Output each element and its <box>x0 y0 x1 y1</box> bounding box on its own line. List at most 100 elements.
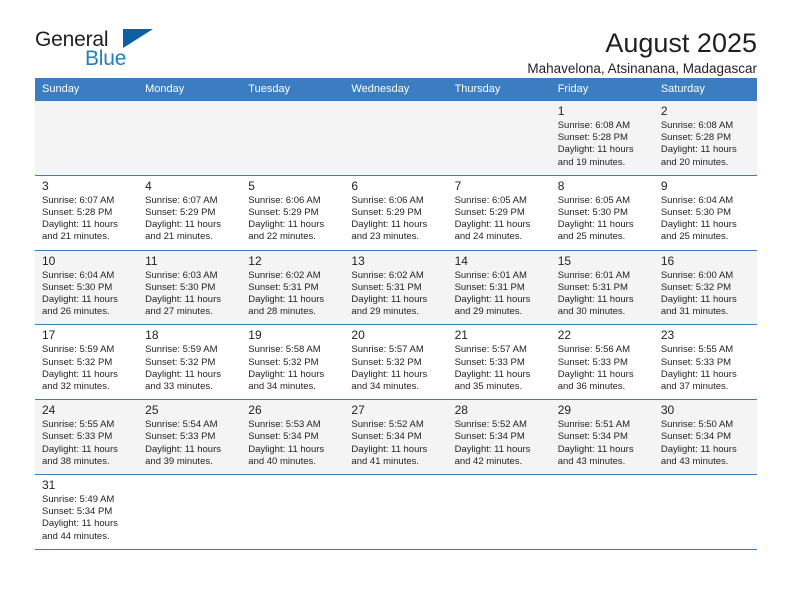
day-number: 10 <box>42 253 56 268</box>
calendar-day-cell[interactable]: 29 Sunrise: 5:51 AM Sunset: 5:34 PM Dayli… <box>550 399 654 475</box>
calendar-day-cell-empty <box>344 474 448 550</box>
day-number: 15 <box>557 253 572 268</box>
day-sun-info: Sunrise: 6:01 AM Sunset: 5:31 PM Dayligh… <box>454 269 531 318</box>
calendar-day-cell[interactable]: 26 Sunrise: 5:53 AM Sunset: 5:34 PM Dayli… <box>241 399 345 475</box>
day-sun-info: Sunrise: 5:58 AM Sunset: 5:32 PM Dayligh… <box>248 344 325 393</box>
calendar-body: 1 Sunrise: 6:08 AM Sunset: 5:28 PM Daylig… <box>35 100 757 550</box>
calendar-day-cell[interactable]: 24 Sunrise: 5:55 AM Sunset: 5:33 PM Dayli… <box>35 399 139 475</box>
calendar-day-cell[interactable]: 1 Sunrise: 6:08 AM Sunset: 5:28 PM Daylig… <box>550 100 654 176</box>
day-sun-info: Sunrise: 5:52 AM Sunset: 5:34 PM Dayligh… <box>351 419 428 467</box>
day-sun-info: Sunrise: 6:07 AM Sunset: 5:29 PM Dayligh… <box>145 194 222 243</box>
day-sun-info: Sunrise: 6:02 AM Sunset: 5:31 PM Dayligh… <box>248 269 325 318</box>
calendar-day-cell[interactable]: 8 Sunrise: 6:05 AM Sunset: 5:30 PM Daylig… <box>550 174 654 251</box>
day-sun-info: Sunrise: 6:04 AM Sunset: 5:30 PM Dayligh… <box>660 194 737 243</box>
calendar-day-cell-empty <box>550 474 654 550</box>
calendar-day-cell-empty <box>138 474 242 550</box>
calendar-week-row: 31 Sunrise: 5:49 AM Sunset: 5:34 PM Dayli… <box>35 474 757 550</box>
day-sun-info: Sunrise: 5:55 AM Sunset: 5:33 PM Dayligh… <box>42 419 118 467</box>
day-number: 11 <box>145 253 158 268</box>
day-number: 25 <box>145 403 159 418</box>
calendar-day-cell[interactable]: 13 Sunrise: 6:02 AM Sunset: 5:31 PM Dayli… <box>344 249 448 325</box>
calendar-day-cell[interactable]: 5 Sunrise: 6:06 AM Sunset: 5:29 PM Daylig… <box>241 174 345 251</box>
general-blue-logo[interactable]: General Blue <box>35 28 155 74</box>
calendar-day-cell[interactable]: 31 Sunrise: 5:49 AM Sunset: 5:34 PM Dayli… <box>35 474 139 550</box>
calendar-day-cell-empty <box>241 474 345 550</box>
page-header: General Blue August 2025 Mahavelona, Ats… <box>35 0 757 76</box>
day-number: 7 <box>454 178 462 193</box>
calendar-day-cell[interactable]: 7 Sunrise: 6:05 AM Sunset: 5:29 PM Daylig… <box>447 174 551 251</box>
day-number: 21 <box>454 328 468 343</box>
day-number: 17 <box>42 328 56 343</box>
day-number: 6 <box>351 178 359 193</box>
day-number: 2 <box>660 104 668 118</box>
calendar-day-cell[interactable]: 20 Sunrise: 5:57 AM Sunset: 5:32 PM Dayli… <box>344 324 448 400</box>
day-sun-info: Sunrise: 6:00 AM Sunset: 5:32 PM Dayligh… <box>660 269 737 318</box>
calendar-day-cell-empty <box>35 100 139 176</box>
day-number: 3 <box>42 178 49 193</box>
calendar-day-cell[interactable]: 6 Sunrise: 6:06 AM Sunset: 5:29 PM Daylig… <box>344 174 448 251</box>
calendar-day-cell[interactable]: 10 Sunrise: 6:04 AM Sunset: 5:30 PM Dayli… <box>35 249 139 325</box>
day-sun-info: Sunrise: 5:49 AM Sunset: 5:34 PM Dayligh… <box>42 494 118 542</box>
calendar-day-cell[interactable]: 2 Sunrise: 6:08 AM Sunset: 5:28 PM Daylig… <box>653 100 757 176</box>
title-block: August 2025 Mahavelona, Atsinanana, Mada… <box>527 28 757 80</box>
sunrise-sunset-calendar: Sunday Monday Tuesday Wednesday Thursday… <box>35 78 757 550</box>
weekday-header-saturday: Saturday <box>653 78 757 101</box>
calendar-week-row: 3 Sunrise: 6:07 AM Sunset: 5:28 PM Daylig… <box>35 174 757 251</box>
day-number: 1 <box>557 104 565 118</box>
day-number: 4 <box>145 178 152 193</box>
calendar-day-cell[interactable]: 21 Sunrise: 5:57 AM Sunset: 5:33 PM Dayli… <box>447 324 551 400</box>
calendar-day-cell-empty <box>447 100 551 176</box>
calendar-day-cell[interactable]: 30 Sunrise: 5:50 AM Sunset: 5:34 PM Dayli… <box>653 399 757 475</box>
day-sun-info: Sunrise: 5:59 AM Sunset: 5:32 PM Dayligh… <box>42 344 118 393</box>
calendar-day-cell[interactable]: 15 Sunrise: 6:01 AM Sunset: 5:31 PM Dayli… <box>550 249 654 325</box>
day-sun-info: Sunrise: 5:50 AM Sunset: 5:34 PM Dayligh… <box>660 419 737 467</box>
calendar-day-cell[interactable]: 4 Sunrise: 6:07 AM Sunset: 5:29 PM Daylig… <box>138 174 242 251</box>
day-sun-info: Sunrise: 6:08 AM Sunset: 5:28 PM Dayligh… <box>660 120 737 168</box>
day-sun-info: Sunrise: 5:55 AM Sunset: 5:33 PM Dayligh… <box>660 344 737 393</box>
weekday-header-wednesday: Wednesday <box>344 78 448 101</box>
day-sun-info: Sunrise: 6:07 AM Sunset: 5:28 PM Dayligh… <box>42 194 118 243</box>
flag-triangle-icon <box>123 29 153 48</box>
day-sun-info: Sunrise: 5:51 AM Sunset: 5:34 PM Dayligh… <box>557 419 634 467</box>
weekday-header-friday: Friday <box>550 78 654 101</box>
calendar-week-row: 1 Sunrise: 6:08 AM Sunset: 5:28 PM Daylig… <box>35 100 757 176</box>
calendar-day-cell[interactable]: 3 Sunrise: 6:07 AM Sunset: 5:28 PM Daylig… <box>35 174 139 251</box>
day-sun-info: Sunrise: 5:57 AM Sunset: 5:33 PM Dayligh… <box>454 344 531 393</box>
calendar-day-cell[interactable]: 11 Sunrise: 6:03 AM Sunset: 5:30 PM Dayli… <box>138 249 242 325</box>
calendar-day-cell[interactable]: 14 Sunrise: 6:01 AM Sunset: 5:31 PM Dayli… <box>447 249 551 325</box>
calendar-day-cell[interactable]: 17 Sunrise: 5:59 AM Sunset: 5:32 PM Dayli… <box>35 324 139 400</box>
calendar-day-cell[interactable]: 27 Sunrise: 5:52 AM Sunset: 5:34 PM Dayli… <box>344 399 448 475</box>
page-title: August 2025 <box>605 28 757 58</box>
calendar-header-row: Sunday Monday Tuesday Wednesday Thursday… <box>35 78 757 101</box>
calendar-day-cell[interactable]: 16 Sunrise: 6:00 AM Sunset: 5:32 PM Dayli… <box>653 249 757 325</box>
calendar-day-cell-empty <box>447 474 551 550</box>
day-sun-info: Sunrise: 5:54 AM Sunset: 5:33 PM Dayligh… <box>145 419 222 467</box>
weekday-header-thursday: Thursday <box>447 78 551 101</box>
calendar-day-cell[interactable]: 28 Sunrise: 5:52 AM Sunset: 5:34 PM Dayli… <box>447 399 551 475</box>
calendar-day-cell[interactable]: 19 Sunrise: 5:58 AM Sunset: 5:32 PM Dayli… <box>241 324 345 400</box>
calendar-day-cell[interactable]: 12 Sunrise: 6:02 AM Sunset: 5:31 PM Dayli… <box>241 249 345 325</box>
day-number: 18 <box>145 328 159 343</box>
day-sun-info: Sunrise: 6:01 AM Sunset: 5:31 PM Dayligh… <box>557 269 634 318</box>
calendar-day-cell-empty <box>138 100 242 176</box>
calendar-day-cell[interactable]: 9 Sunrise: 6:04 AM Sunset: 5:30 PM Daylig… <box>653 174 757 251</box>
day-sun-info: Sunrise: 5:57 AM Sunset: 5:32 PM Dayligh… <box>351 344 428 393</box>
logo-text-blue: Blue <box>85 47 127 70</box>
day-number: 28 <box>454 403 468 418</box>
calendar-day-cell[interactable]: 23 Sunrise: 5:55 AM Sunset: 5:33 PM Dayli… <box>653 324 757 400</box>
calendar-week-row: 10 Sunrise: 6:04 AM Sunset: 5:30 PM Dayli… <box>35 249 757 325</box>
calendar-week-row: 24 Sunrise: 5:55 AM Sunset: 5:33 PM Dayli… <box>35 399 757 475</box>
day-number: 12 <box>248 253 262 268</box>
day-number: 14 <box>454 253 468 268</box>
day-number: 8 <box>557 178 565 193</box>
calendar-day-cell-empty <box>344 100 448 176</box>
day-sun-info: Sunrise: 5:52 AM Sunset: 5:34 PM Dayligh… <box>454 419 531 467</box>
calendar-day-cell[interactable]: 25 Sunrise: 5:54 AM Sunset: 5:33 PM Dayli… <box>138 399 242 475</box>
calendar-day-cell[interactable]: 18 Sunrise: 5:59 AM Sunset: 5:32 PM Dayli… <box>138 324 242 400</box>
day-number: 26 <box>248 403 262 418</box>
calendar-day-cell[interactable]: 22 Sunrise: 5:56 AM Sunset: 5:33 PM Dayli… <box>550 324 654 400</box>
day-sun-info: Sunrise: 5:53 AM Sunset: 5:34 PM Dayligh… <box>248 419 325 467</box>
day-number: 31 <box>42 478 56 493</box>
day-sun-info: Sunrise: 6:06 AM Sunset: 5:29 PM Dayligh… <box>351 194 428 243</box>
weekday-header-sunday: Sunday <box>35 78 139 101</box>
